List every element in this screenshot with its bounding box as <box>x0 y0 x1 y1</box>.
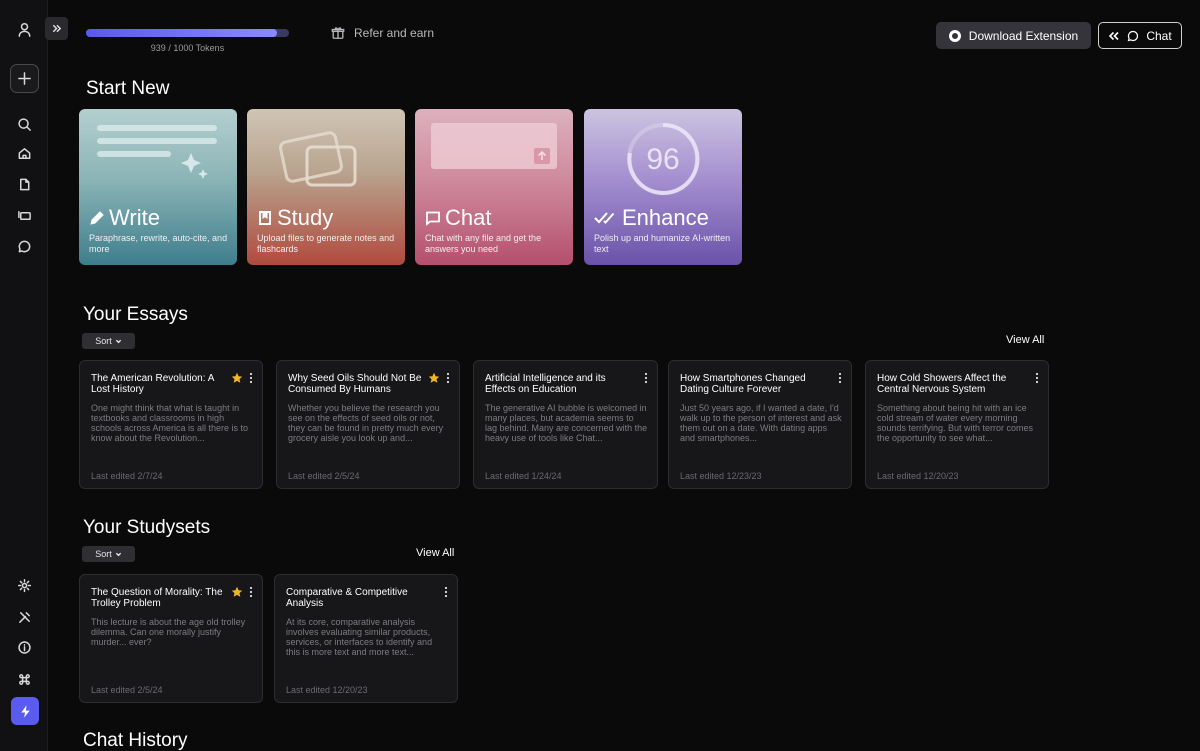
more-options-icon[interactable] <box>1034 372 1040 384</box>
essays-view-all-link[interactable]: View All <box>1006 334 1044 346</box>
card-last-edited: Last edited 2/7/24 <box>91 471 163 481</box>
download-extension-label: Download Extension <box>968 28 1079 43</box>
essay-card[interactable]: Why Seed Oils Should Not Be Consumed By … <box>276 360 460 489</box>
card-preview-text: One might think that what is taught in t… <box>91 403 249 443</box>
card-last-edited: Last edited 12/23/23 <box>680 471 762 481</box>
card-title: Why Seed Oils Should Not Be Consumed By … <box>288 373 422 395</box>
book-icon <box>259 211 271 225</box>
chat-bubble-icon <box>1127 30 1139 41</box>
chat-bubble-icon[interactable] <box>9 231 39 261</box>
token-progress-bar <box>86 29 289 37</box>
enhance-score-dial: 96 <box>627 122 700 195</box>
start-new-heading: Start New <box>86 78 170 99</box>
settings-icon[interactable] <box>9 570 39 600</box>
studysets-sort-button[interactable]: Sort <box>82 546 135 562</box>
sort-label: Sort <box>95 549 112 559</box>
message-square-icon <box>426 211 440 226</box>
study-description: Upload files to generate notes and flash… <box>257 233 395 254</box>
command-icon[interactable] <box>9 664 39 694</box>
card-last-edited: Last edited 1/24/24 <box>485 471 562 481</box>
studysets-heading: Your Studysets <box>83 517 211 538</box>
card-preview-text: This lecture is about the age old trolle… <box>91 617 246 647</box>
refer-label: Refer and earn <box>354 26 435 40</box>
chat-panel-button[interactable]: Chat <box>1098 22 1182 49</box>
double-chevron-right-icon <box>52 24 62 33</box>
more-options-icon[interactable] <box>443 586 449 598</box>
star-icon[interactable] <box>428 372 440 384</box>
double-chevron-left-icon <box>1109 31 1119 40</box>
write-description: Paraphrase, rewrite, auto-cite, and more <box>89 233 228 254</box>
download-extension-button[interactable]: Download Extension <box>936 22 1091 49</box>
card-title: Artificial Intelligence and its Effects … <box>485 373 606 395</box>
card-preview-text: At its core, comparative analysis involv… <box>286 617 433 657</box>
chat-label: Chat <box>1146 28 1172 43</box>
token-count: 939 / 1000 Tokens <box>150 43 225 53</box>
essay-card[interactable]: How Cold Showers Affect the Central Nerv… <box>865 360 1049 489</box>
pencil-icon <box>90 211 104 225</box>
card-last-edited: Last edited 2/5/24 <box>91 685 163 695</box>
card-last-edited: Last edited 12/20/23 <box>877 471 959 481</box>
cards-icon[interactable] <box>9 200 39 230</box>
studysets-view-all-link[interactable]: View All <box>416 547 454 559</box>
card-last-edited: Last edited 12/20/23 <box>286 685 368 695</box>
study-illustration <box>279 131 357 187</box>
chrome-icon <box>948 29 961 42</box>
upgrade-bolt-icon[interactable] <box>11 697 39 725</box>
card-title: How Smartphones Changed Dating Culture F… <box>680 373 806 395</box>
more-options-icon[interactable] <box>445 372 451 384</box>
essay-card[interactable]: The American Revolution: A Lost History O… <box>79 360 263 489</box>
token-progress-fill <box>86 29 277 37</box>
card-preview-text: Whether you believe the research you see… <box>288 403 444 443</box>
card-last-edited: Last edited 2/5/24 <box>288 471 360 481</box>
card-title: The Question of Morality: The Trolley Pr… <box>91 587 223 609</box>
card-title: How Cold Showers Affect the Central Nerv… <box>877 373 1007 395</box>
double-check-icon <box>594 212 615 224</box>
card-preview-text: Just 50 years ago, if I wanted a date, I… <box>680 403 842 443</box>
gift-icon <box>331 27 345 39</box>
enhance-title: Enhance <box>622 205 709 230</box>
more-options-icon[interactable] <box>837 372 843 384</box>
chat-history-heading: Chat History <box>83 730 188 751</box>
enhance-description: Polish up and humanize AI-written text <box>594 233 731 254</box>
info-icon[interactable] <box>9 632 39 662</box>
profile-icon[interactable] <box>9 14 39 44</box>
start-study-card[interactable]: Study Upload files to generate notes and… <box>247 109 405 265</box>
studyset-card[interactable]: Comparative & Competitive Analysis At its… <box>274 574 458 703</box>
essays-heading: Your Essays <box>83 304 188 325</box>
start-chat-card[interactable]: Chat Chat with any file and get the answ… <box>415 109 573 265</box>
star-icon[interactable] <box>231 372 243 384</box>
essay-card[interactable]: How Smartphones Changed Dating Culture F… <box>668 360 852 489</box>
write-illustration <box>97 125 217 179</box>
study-title: Study <box>277 205 334 230</box>
sort-label: Sort <box>95 336 112 346</box>
enhance-score: 96 <box>646 143 679 176</box>
star-icon[interactable] <box>231 586 243 598</box>
write-title: Write <box>109 205 160 230</box>
essays-sort-button[interactable]: Sort <box>82 333 135 349</box>
card-preview-text: The generative AI bubble is welcomed in … <box>485 403 648 443</box>
home-icon[interactable] <box>9 138 39 168</box>
expand-sidebar-button[interactable] <box>45 17 68 40</box>
start-enhance-card[interactable]: 96 Enhance Polish up and humanize AI-wri… <box>584 109 742 265</box>
search-icon[interactable] <box>9 109 39 139</box>
card-title: The American Revolution: A Lost History <box>91 373 214 395</box>
sidebar <box>0 0 48 751</box>
start-write-card[interactable]: Write Paraphrase, rewrite, auto-cite, an… <box>79 109 237 265</box>
chevron-down-icon <box>115 339 121 343</box>
tools-icon[interactable] <box>9 602 39 632</box>
more-options-icon[interactable] <box>248 372 254 384</box>
card-preview-text: Something about being hit with an ice co… <box>877 403 1034 443</box>
studyset-card[interactable]: The Question of Morality: The Trolley Pr… <box>79 574 263 703</box>
chat-illustration <box>431 123 557 169</box>
new-button[interactable] <box>10 64 39 93</box>
document-icon[interactable] <box>9 169 39 199</box>
chat-description: Chat with any file and get the answers y… <box>425 233 542 254</box>
more-options-icon[interactable] <box>643 372 649 384</box>
chat-title: Chat <box>445 205 492 230</box>
card-title: Comparative & Competitive Analysis <box>286 587 408 609</box>
more-options-icon[interactable] <box>248 586 254 598</box>
refer-and-earn-link[interactable]: Refer and earn <box>331 26 434 40</box>
chevron-down-icon <box>115 552 121 556</box>
essay-card[interactable]: Artificial Intelligence and its Effects … <box>473 360 658 489</box>
